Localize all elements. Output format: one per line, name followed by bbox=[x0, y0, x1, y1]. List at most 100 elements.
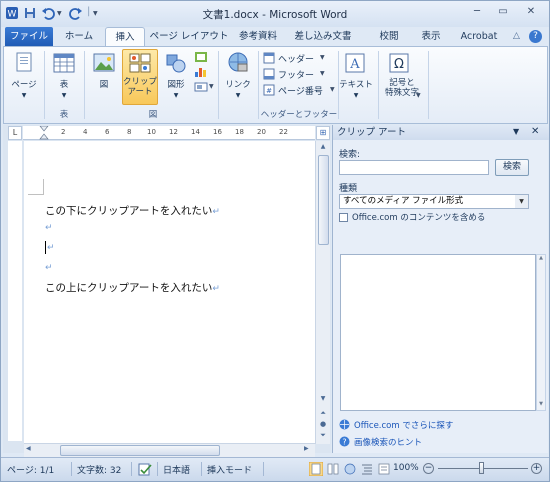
smartart-icon[interactable] bbox=[194, 51, 208, 63]
browse-object-icon[interactable]: ● bbox=[317, 420, 329, 430]
status-word-count[interactable]: 文字数: 32 bbox=[77, 463, 121, 476]
tab-home[interactable]: ホーム bbox=[57, 27, 101, 47]
select-dropdown-icon[interactable]: ▼ bbox=[515, 195, 528, 208]
zoom-out-icon[interactable]: − bbox=[423, 463, 434, 474]
tab-file[interactable]: ファイル bbox=[5, 27, 53, 47]
vertical-scroll-thumb[interactable] bbox=[318, 155, 329, 245]
picture-icon[interactable] bbox=[92, 51, 116, 75]
shapes-icon[interactable] bbox=[164, 51, 188, 75]
link-dropdown-icon[interactable]: ▼ bbox=[222, 91, 254, 101]
status-bar: ページ: 1/1 文字数: 32 日本語 挿入モード 100% − + bbox=[1, 457, 549, 481]
results-scroll-up-icon[interactable]: ▲ bbox=[537, 255, 545, 261]
footer-dropdown-icon[interactable]: ▼ bbox=[320, 70, 325, 77]
ruler-tick-label: 20 bbox=[257, 128, 266, 136]
previous-page-icon[interactable]: ⏶ bbox=[317, 409, 329, 419]
ruler-tick-label: 14 bbox=[191, 128, 200, 136]
horizontal-ruler: 2 4 6 8 10 12 14 16 18 20 22 bbox=[23, 126, 315, 140]
media-type-select[interactable]: すべてのメディア ファイル形式 bbox=[339, 194, 529, 209]
table-dropdown-icon[interactable]: ▼ bbox=[48, 91, 80, 101]
search-hint-link[interactable]: 画像検索のヒント bbox=[354, 436, 422, 448]
pane-close-icon[interactable]: ✕ bbox=[531, 126, 539, 137]
tab-selector-button[interactable]: L bbox=[8, 126, 22, 140]
tab-references[interactable]: 参考資料 bbox=[229, 27, 287, 47]
draft-icon[interactable] bbox=[377, 462, 391, 476]
status-page[interactable]: ページ: 1/1 bbox=[7, 463, 54, 476]
chart-icon[interactable] bbox=[194, 66, 208, 78]
link-button-label[interactable]: リンク bbox=[222, 80, 254, 90]
office-content-checkbox[interactable] bbox=[339, 213, 348, 222]
text-dropdown-icon[interactable]: ▼ bbox=[336, 91, 376, 101]
tab-view[interactable]: 表示 bbox=[411, 27, 451, 47]
page-number-icon[interactable]: # bbox=[263, 84, 275, 96]
clipart-button-label[interactable]: クリップ アート bbox=[122, 77, 158, 97]
web-layout-icon[interactable] bbox=[343, 462, 357, 476]
proofing-icon[interactable] bbox=[138, 463, 152, 476]
minimize-button[interactable]: ─ bbox=[465, 4, 489, 20]
close-button[interactable]: ✕ bbox=[519, 4, 543, 20]
header-dropdown-icon[interactable]: ▼ bbox=[320, 54, 325, 61]
horizontal-scroll-thumb[interactable] bbox=[60, 445, 220, 456]
shapes-dropdown-icon[interactable]: ▼ bbox=[160, 91, 192, 101]
status-language[interactable]: 日本語 bbox=[163, 463, 190, 476]
clipart-icon[interactable] bbox=[128, 52, 152, 74]
search-input[interactable] bbox=[339, 160, 489, 175]
header-icon[interactable] bbox=[263, 52, 275, 64]
maximize-button[interactable]: ▭ bbox=[491, 4, 515, 20]
footer-icon[interactable] bbox=[263, 68, 275, 80]
zoom-in-icon[interactable]: + bbox=[531, 463, 542, 474]
scroll-up-icon[interactable]: ▲ bbox=[317, 143, 329, 153]
footer-button[interactable]: フッター bbox=[278, 68, 314, 81]
page-icon[interactable] bbox=[14, 51, 36, 77]
tab-acrobat[interactable]: Acrobat bbox=[453, 27, 505, 47]
pane-options-icon[interactable]: ▼ bbox=[513, 127, 519, 136]
office-more-link[interactable]: Office.com でさらに探す bbox=[354, 419, 453, 431]
header-button[interactable]: ヘッダー bbox=[278, 52, 314, 65]
next-page-icon[interactable]: ⏷ bbox=[317, 431, 329, 441]
zoom-slider-thumb[interactable] bbox=[479, 462, 484, 474]
vertical-scrollbar[interactable]: ▲ ▼ ⏶ ● ⏷ bbox=[315, 141, 330, 444]
ruler-tick-label: 18 bbox=[235, 128, 244, 136]
results-scroll-down-icon[interactable]: ▼ bbox=[537, 401, 545, 407]
search-button[interactable]: 検索 bbox=[495, 159, 529, 176]
doc-line-2[interactable]: この上にクリップアートを入れたい↵ bbox=[45, 280, 220, 295]
status-insert-mode[interactable]: 挿入モード bbox=[207, 463, 252, 476]
text-icon[interactable]: A bbox=[344, 51, 366, 75]
clipart-pane: クリップ アート ▼ ✕ 検索: 検索 種類 すべてのメディア ファイル形式 ▼… bbox=[332, 125, 549, 453]
text-button-label[interactable]: テキスト bbox=[336, 80, 376, 90]
table-icon[interactable] bbox=[52, 51, 76, 75]
clipart-results[interactable] bbox=[340, 254, 536, 411]
tab-mailings[interactable]: 差し込み文書 bbox=[287, 27, 359, 47]
full-screen-icon[interactable] bbox=[326, 462, 340, 476]
scroll-right-icon[interactable]: ▶ bbox=[304, 445, 309, 452]
doc-line-2-text: この上にクリップアートを入れたい bbox=[45, 282, 213, 294]
indent-marker-icon[interactable] bbox=[39, 126, 49, 140]
table-button-label[interactable]: 表 bbox=[48, 80, 80, 90]
document-page[interactable]: この下にクリップアートを入れたい↵ ↵ ↵ ↵ この上にクリップアートを入れたい… bbox=[24, 141, 315, 443]
print-layout-icon[interactable] bbox=[309, 462, 323, 476]
symbol-dropdown-icon[interactable]: ▼ bbox=[416, 92, 421, 99]
page-button-label[interactable]: ページ bbox=[8, 80, 40, 90]
zoom-level[interactable]: 100% bbox=[393, 463, 419, 473]
ruler-tick-label: 10 bbox=[147, 128, 156, 136]
page-number-dropdown-icon[interactable]: ▼ bbox=[330, 86, 335, 93]
results-scrollbar[interactable]: ▲ ▼ bbox=[536, 254, 546, 411]
ruler-toggle-icon[interactable]: ⊞ bbox=[316, 126, 330, 140]
screenshot-dropdown-icon[interactable]: ▼ bbox=[209, 83, 214, 90]
help-icon[interactable]: ? bbox=[529, 30, 542, 43]
shapes-button-label[interactable]: 図形 bbox=[160, 80, 192, 90]
doc-line-1[interactable]: この下にクリップアートを入れたい↵ bbox=[45, 203, 220, 218]
symbol-icon[interactable]: Ω bbox=[388, 51, 410, 75]
outline-icon[interactable] bbox=[360, 462, 374, 476]
picture-button-label[interactable]: 図 bbox=[88, 80, 120, 90]
tab-review[interactable]: 校閲 bbox=[369, 27, 409, 47]
tab-insert[interactable]: 挿入 bbox=[105, 27, 145, 47]
tab-page-layout[interactable]: ページ レイアウト bbox=[149, 27, 229, 47]
page-number-button[interactable]: ページ番号 bbox=[278, 84, 323, 97]
link-icon[interactable] bbox=[226, 51, 250, 75]
horizontal-scrollbar[interactable]: ◀ ▶ bbox=[24, 443, 315, 457]
scroll-left-icon[interactable]: ◀ bbox=[26, 445, 31, 452]
ribbon-minimize-icon[interactable]: △ bbox=[513, 31, 520, 41]
scroll-down-icon[interactable]: ▼ bbox=[317, 395, 329, 405]
page-dropdown-icon[interactable]: ▼ bbox=[8, 91, 40, 101]
screenshot-icon[interactable] bbox=[194, 81, 208, 93]
